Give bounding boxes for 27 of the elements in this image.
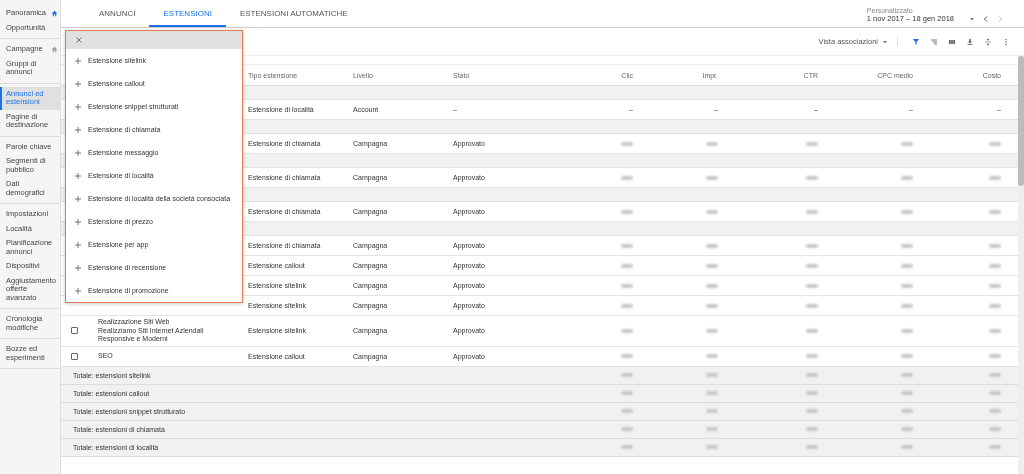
scrollbar-thumb[interactable] xyxy=(1018,56,1024,186)
tab[interactable]: ANNUNCI xyxy=(85,9,150,27)
plus-icon xyxy=(74,263,82,272)
columns-icon[interactable] xyxy=(948,37,956,46)
plus-icon xyxy=(74,194,82,203)
plus-icon xyxy=(74,102,82,111)
close-icon[interactable] xyxy=(75,36,83,44)
plus-icon xyxy=(74,171,82,180)
filter-icon[interactable] xyxy=(912,37,920,46)
home-icon[interactable] xyxy=(51,45,58,53)
plus-icon xyxy=(74,240,82,249)
plus-icon xyxy=(74,56,82,65)
plus-icon xyxy=(74,79,82,88)
home-icon[interactable] xyxy=(51,9,58,17)
plus-icon xyxy=(74,217,82,226)
checkbox[interactable] xyxy=(71,327,78,335)
plus-icon xyxy=(74,286,82,295)
segment-icon[interactable] xyxy=(930,37,938,46)
download-icon[interactable] xyxy=(966,37,974,46)
tab[interactable]: ESTENSIONI xyxy=(149,9,226,27)
more-icon[interactable] xyxy=(1002,37,1010,46)
chevron-left-icon[interactable] xyxy=(982,14,990,23)
plus-icon xyxy=(74,125,82,134)
checkbox[interactable] xyxy=(71,352,78,360)
expand-icon[interactable] xyxy=(984,37,992,46)
plus-icon xyxy=(74,148,82,157)
tab[interactable]: ESTENSIONI AUTOMATICHE xyxy=(225,9,362,27)
